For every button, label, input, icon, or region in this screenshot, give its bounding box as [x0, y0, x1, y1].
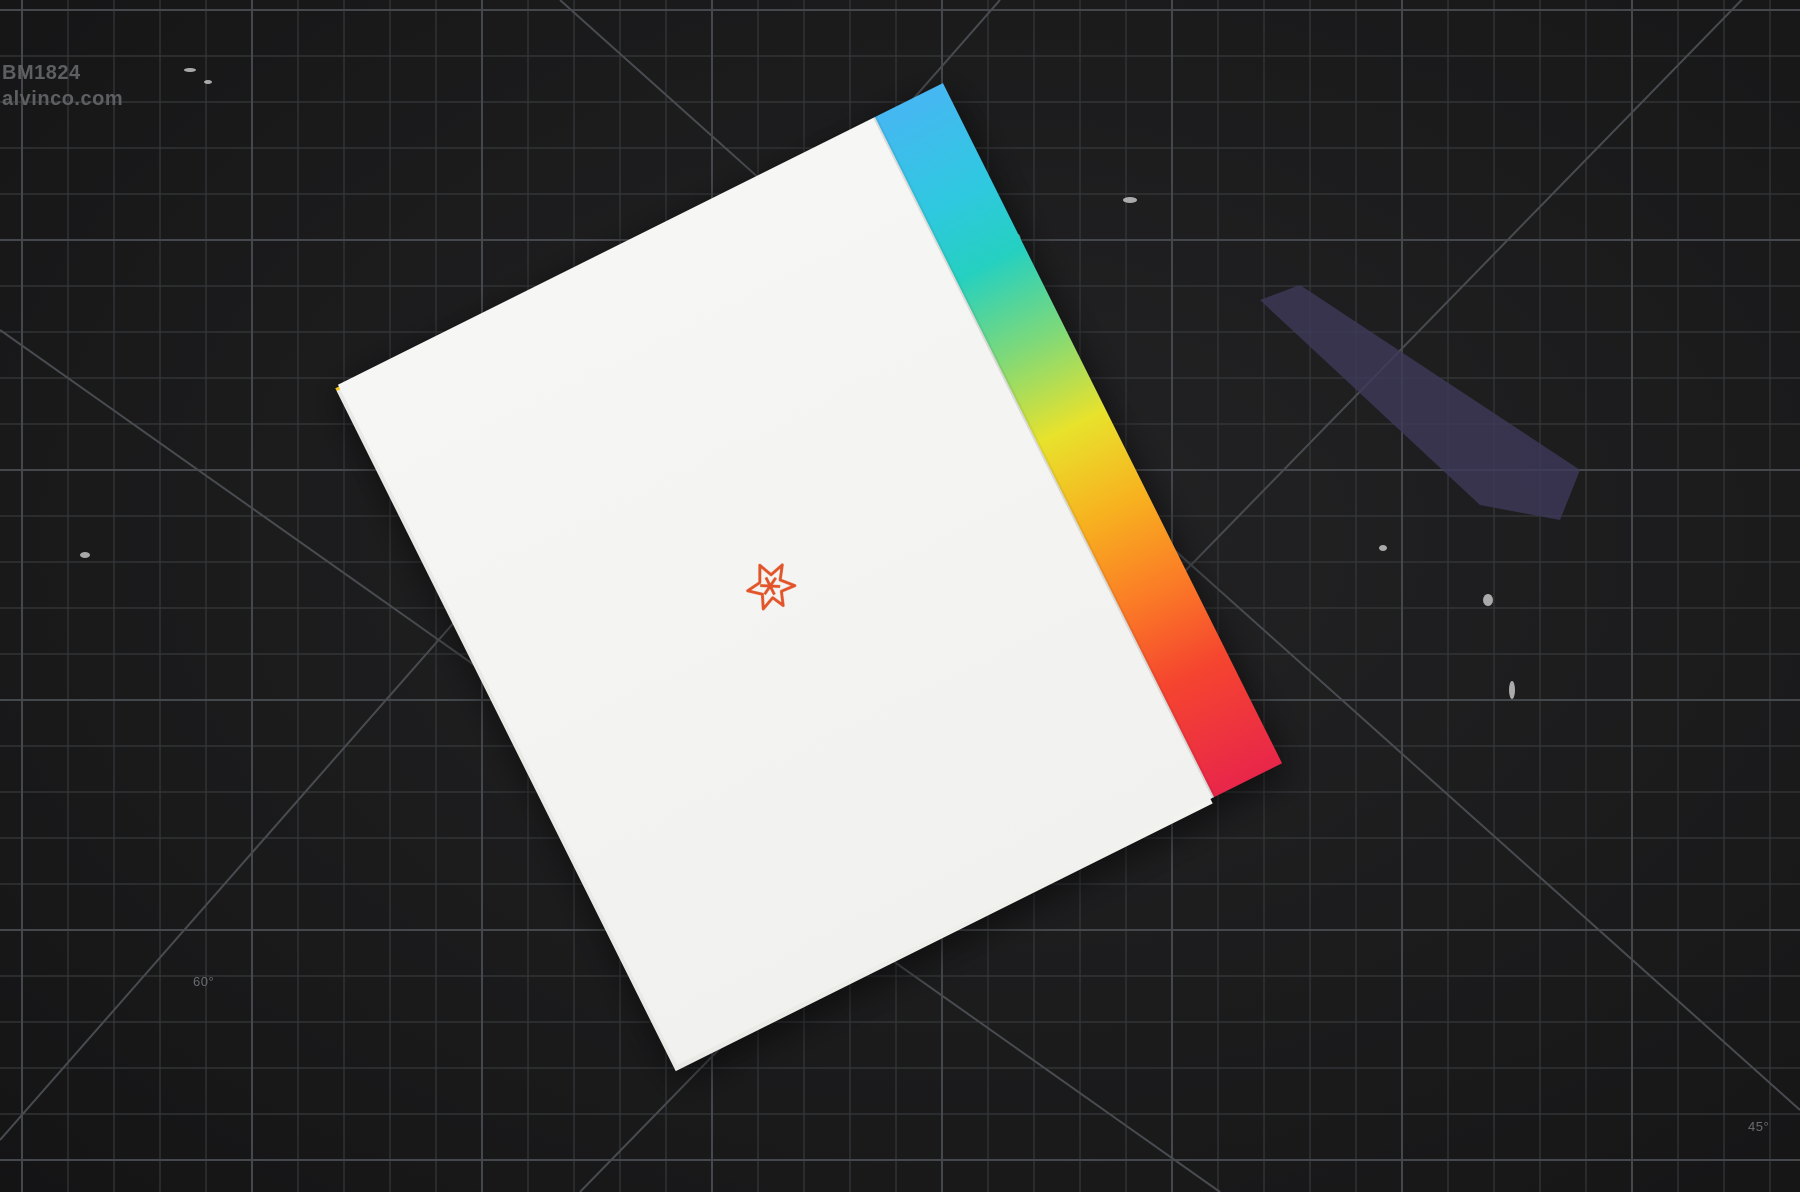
- paint-speck: [184, 68, 196, 72]
- mat-model-code: BM1824: [2, 62, 81, 84]
- mat-angle-60: 60°: [193, 974, 215, 989]
- mat-angle-45: 45°: [1748, 1119, 1770, 1134]
- paint-speck: [1483, 594, 1493, 606]
- purple-smudge: [1260, 285, 1580, 520]
- cutting-mat-scene: BM1824 alvinco.com 60° 45°: [0, 0, 1800, 1192]
- paint-speck: [1379, 545, 1387, 551]
- paint-speck: [1509, 681, 1515, 699]
- paint-speck: [80, 552, 90, 558]
- mat-brand-url: alvinco.com: [2, 88, 124, 110]
- paint-speck: [1123, 197, 1137, 203]
- asterisk-flower-icon: [746, 563, 797, 611]
- paint-speck: [204, 80, 212, 84]
